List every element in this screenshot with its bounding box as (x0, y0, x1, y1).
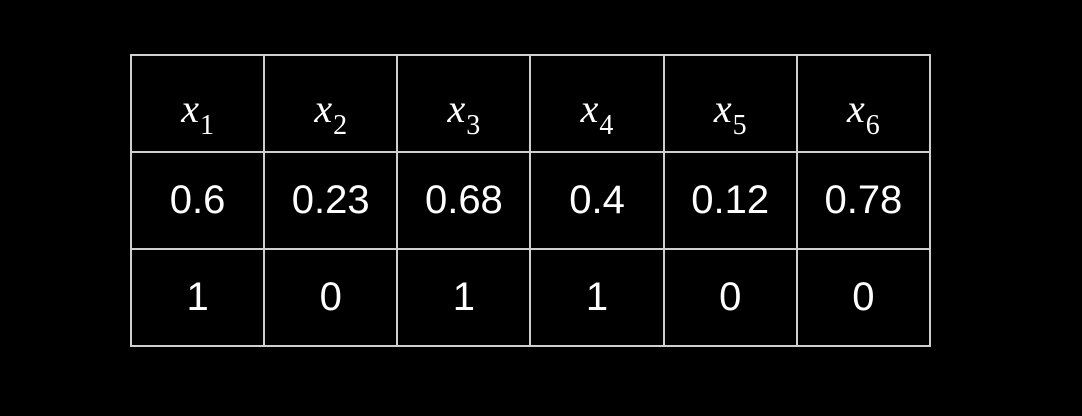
header-var: x (713, 86, 732, 131)
table-row: 0.6 0.23 0.68 0.4 0.12 0.78 (129, 151, 932, 250)
table-cell: 0.23 (263, 151, 399, 250)
table-cell: 0 (263, 248, 399, 347)
header-var: x (447, 86, 466, 131)
table-cell: 0.6 (129, 151, 266, 250)
header-subscript: 2 (333, 110, 348, 141)
table-cell: 0 (795, 248, 932, 347)
data-table-container: x1 x2 x3 x4 x5 x6 0.6 0.23 0.68 0.4 0.12… (129, 54, 932, 347)
header-cell-x1: x1 (129, 54, 266, 153)
header-cell-x4: x4 (529, 54, 665, 153)
header-cell-x3: x3 (396, 54, 532, 153)
table-cell: 1 (129, 248, 266, 347)
header-subscript: 4 (599, 110, 614, 141)
table-row: 1 0 1 1 0 0 (129, 248, 932, 347)
table-cell: 0 (662, 248, 798, 347)
header-var: x (847, 86, 865, 131)
header-cell-x2: x2 (263, 54, 399, 153)
header-cell-x6: x6 (795, 54, 932, 153)
header-cell-x5: x5 (662, 54, 798, 153)
header-subscript: 5 (732, 110, 747, 141)
header-subscript: 1 (199, 110, 214, 141)
header-var: x (314, 86, 333, 131)
table-cell: 1 (529, 248, 665, 347)
header-subscript: 6 (865, 110, 880, 141)
header-var: x (580, 86, 599, 131)
table-cell: 0.4 (529, 151, 665, 250)
table-cell: 0.12 (662, 151, 798, 250)
header-var: x (181, 86, 199, 131)
header-row: x1 x2 x3 x4 x5 x6 (129, 54, 932, 153)
table-cell: 1 (396, 248, 532, 347)
table-cell: 0.78 (795, 151, 932, 250)
table-cell: 0.68 (396, 151, 532, 250)
header-subscript: 3 (466, 110, 481, 141)
data-table: x1 x2 x3 x4 x5 x6 0.6 0.23 0.68 0.4 0.12… (129, 54, 932, 347)
